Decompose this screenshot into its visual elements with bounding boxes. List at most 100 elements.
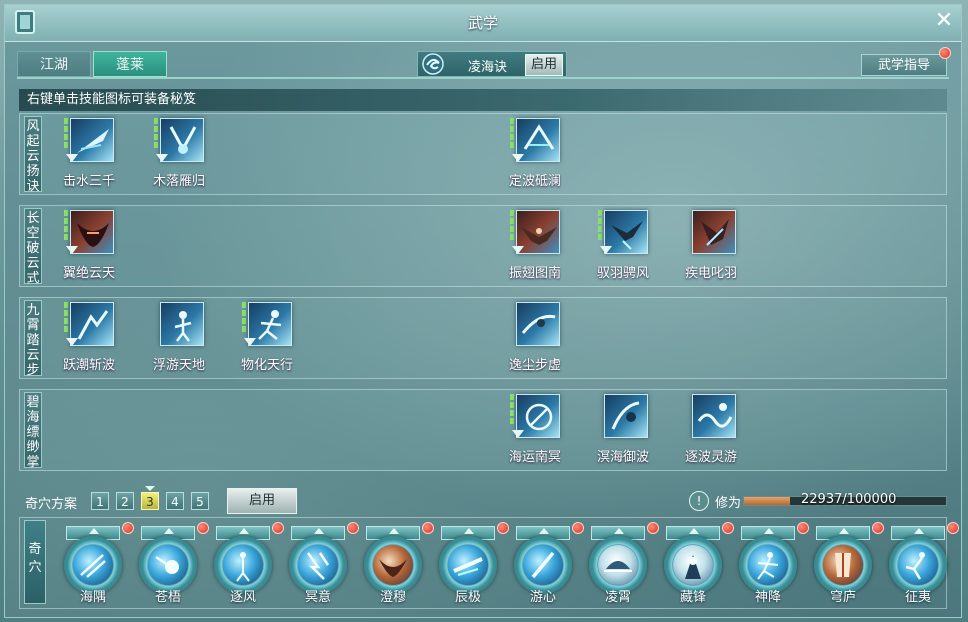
qixue-slot-qionglu[interactable]: 穹庐 <box>810 520 884 608</box>
slot-label: 征夷 <box>904 590 931 605</box>
switch-arrow-icon[interactable] <box>914 528 924 534</box>
cloud-dome-icon <box>604 561 632 572</box>
skill-yuyu-chengfeng[interactable]: 驭羽骋风 <box>586 206 660 282</box>
skill-label: 溟海御波 <box>596 450 649 465</box>
skillset-enable-button[interactable]: 启用 <box>525 54 563 76</box>
switch-arrow-icon[interactable] <box>239 528 249 534</box>
plan-option-2[interactable]: 2 <box>116 492 134 510</box>
tab-jianghu[interactable]: 江湖 <box>17 51 91 77</box>
slot-label: 辰极 <box>454 590 481 605</box>
qixue-slot-chenji[interactable]: 辰极 <box>435 520 509 608</box>
skill-label: 定波砥澜 <box>508 174 561 189</box>
skill-minghai-yubo[interactable]: 溟海御波 <box>586 390 660 466</box>
tab-penglai[interactable]: 蓬莱 <box>93 51 167 77</box>
switch-arrow-icon[interactable] <box>539 528 549 534</box>
qixue-slot-shenjiang[interactable]: 神降 <box>735 520 809 608</box>
skill-jidian-chiyu[interactable]: 疾电叱羽 <box>674 206 748 282</box>
skill-row-3: 九霄踏云步 跃潮斩波 浮游天地 物化天行 逸尘步虚 <box>19 297 947 379</box>
skill-yijue-yuntian[interactable]: 翼绝云天 <box>52 206 126 282</box>
slot-label: 澄穆 <box>379 590 406 605</box>
expand-arrow-icon[interactable] <box>66 338 78 346</box>
skill-yuechao-zhanbo[interactable]: 跃潮斩波 <box>52 298 126 374</box>
expand-arrow-icon[interactable] <box>66 246 78 254</box>
skillset-selector[interactable]: 凌海诀 启用 <box>417 51 567 77</box>
level-bars <box>64 118 68 150</box>
skill-jishui-sanqian[interactable]: 击水三千 <box>52 114 126 190</box>
switch-arrow-icon[interactable] <box>389 528 399 534</box>
slot-notification-dot <box>572 522 584 534</box>
qixue-label-text: 奇穴 <box>28 542 42 575</box>
skill-label: 木落雁归 <box>152 174 205 189</box>
row-label: 长空破云式 <box>24 208 42 286</box>
row-label: 九霄踏云步 <box>24 300 42 378</box>
switch-arrow-icon[interactable] <box>89 528 99 534</box>
skill-fuyou-tiandi[interactable]: 浮游天地 <box>142 298 216 374</box>
skill-dingbo-dilan[interactable]: 定波砥澜 <box>498 114 572 190</box>
switch-arrow-icon[interactable] <box>689 528 699 534</box>
slot-label: 逐风 <box>229 590 256 605</box>
qixue-slot-zhengyi[interactable]: 征夷 <box>885 520 959 608</box>
plan-option-4[interactable]: 4 <box>166 492 184 510</box>
close-icon[interactable]: ✕ <box>931 8 957 34</box>
qixue-slot-mingyi[interactable]: 冥意 <box>285 520 359 608</box>
skill-wuhua-tianxing[interactable]: 物化天行 <box>230 298 304 374</box>
slot-label: 苍梧 <box>154 590 181 605</box>
expand-arrow-icon[interactable] <box>600 246 612 254</box>
martial-guide-button[interactable]: 武学指导 <box>861 54 947 76</box>
switch-arrow-icon[interactable] <box>164 528 174 534</box>
plan-option-5[interactable]: 5 <box>191 492 209 510</box>
skill-row-1: 风起云扬诀 击水三千 木落雁归 定波砥澜 <box>19 113 947 195</box>
qixue-slot-haiyu[interactable]: 海隅 <box>60 520 134 608</box>
slot-label: 藏锋 <box>679 590 706 605</box>
slot-notification-dot <box>197 522 209 534</box>
expand-arrow-icon[interactable] <box>512 246 524 254</box>
expand-arrow-icon[interactable] <box>512 430 524 438</box>
skill-zhenchi-tunan[interactable]: 振翅图南 <box>498 206 572 282</box>
cultivation-value: 22937/100000 <box>801 492 897 507</box>
selected-plan-marker-icon <box>145 486 155 491</box>
switch-arrow-icon[interactable] <box>839 528 849 534</box>
level-bars <box>64 210 68 242</box>
skill-muluo-yangui[interactable]: 木落雁归 <box>142 114 216 190</box>
expand-arrow-icon[interactable] <box>244 338 256 346</box>
plan-option-3[interactable]: 3 <box>141 492 159 510</box>
skill-zhubo-lingyou[interactable]: 逐波灵游 <box>674 390 748 466</box>
qixue-slot-cangwu[interactable]: 苍梧 <box>135 520 209 608</box>
masked-face-icon <box>835 553 851 577</box>
switch-arrow-icon[interactable] <box>314 528 324 534</box>
plan-option-1[interactable]: 1 <box>91 492 109 510</box>
skill-label: 浮游天地 <box>152 358 205 373</box>
swift-step-icon <box>516 302 560 346</box>
qixue-label: 奇穴 <box>24 520 46 604</box>
level-bars <box>510 394 514 426</box>
skill-label: 跃潮斩波 <box>62 358 115 373</box>
floating-figure-icon <box>160 302 204 346</box>
qixue-slot-cangfeng[interactable]: 藏锋 <box>660 520 734 608</box>
expand-arrow-icon[interactable] <box>156 154 168 162</box>
expand-arrow-icon[interactable] <box>66 154 78 162</box>
skill-haiyun-nanming[interactable]: 海运南冥 <box>498 390 572 466</box>
skill-yichen-buxu[interactable]: 逸尘步虚 <box>498 298 572 374</box>
plan-enable-button[interactable]: 启用 <box>227 488 297 514</box>
qixue-slot-youxin[interactable]: 游心 <box>510 520 584 608</box>
expand-arrow-icon[interactable] <box>512 154 524 162</box>
skillset-name: 凌海诀 <box>468 60 508 75</box>
slot-notification-dot <box>497 522 509 534</box>
skill-row-4: 碧海缥缈掌 海运南冥 溟海御波 逐波灵游 <box>19 389 947 471</box>
guide-notification-dot <box>939 47 951 59</box>
qixue-slot-chengmu[interactable]: 澄穆 <box>360 520 434 608</box>
falcon-wing-icon <box>379 559 407 577</box>
level-bars <box>510 118 514 150</box>
charging-warrior-icon <box>905 552 925 580</box>
level-bars <box>510 210 514 242</box>
qixue-slot-zhufeng[interactable]: 逐风 <box>210 520 284 608</box>
switch-arrow-icon[interactable] <box>764 528 774 534</box>
qixue-slot-lingxiao[interactable]: 凌霄 <box>585 520 659 608</box>
spirit-wave-icon <box>692 394 736 438</box>
info-icon[interactable]: ! <box>689 491 709 511</box>
martial-arts-window: 武学 ✕ 江湖 蓬莱 凌海诀 启用 武学指导 右键单击技能图标可装备秘笈 风起云… <box>4 4 962 618</box>
slot-notification-dot <box>722 522 734 534</box>
switch-arrow-icon[interactable] <box>614 528 624 534</box>
switch-arrow-icon[interactable] <box>464 528 474 534</box>
cultivation-bar: ! 修为 22937/100000 <box>689 490 949 512</box>
